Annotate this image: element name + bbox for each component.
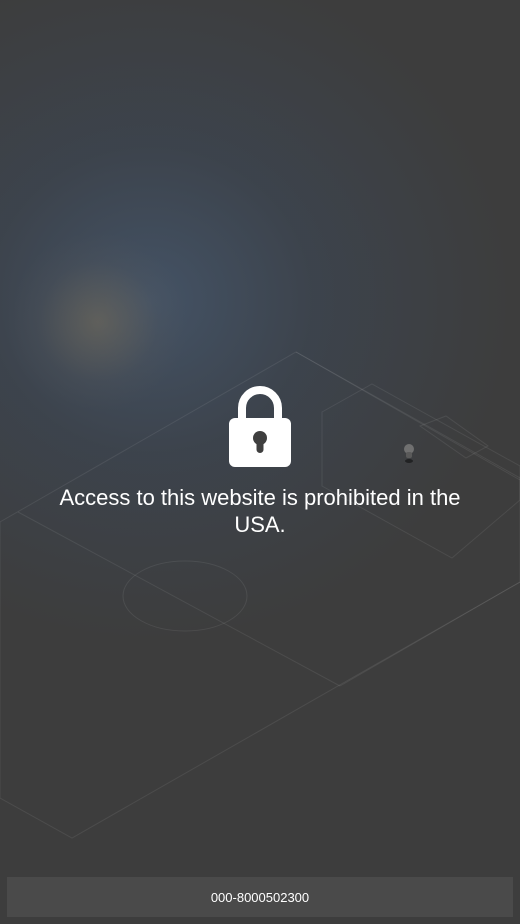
lock-icon — [229, 386, 291, 467]
blocked-access-screen: Access to this website is prohibited in … — [0, 0, 520, 924]
message-block: Access to this website is prohibited in … — [0, 384, 520, 538]
prohibited-message: Access to this website is prohibited in … — [59, 485, 461, 537]
footer-id-text: 000-8000502300 — [210, 889, 310, 905]
footer-bar: 000-8000502300 — [7, 877, 513, 917]
